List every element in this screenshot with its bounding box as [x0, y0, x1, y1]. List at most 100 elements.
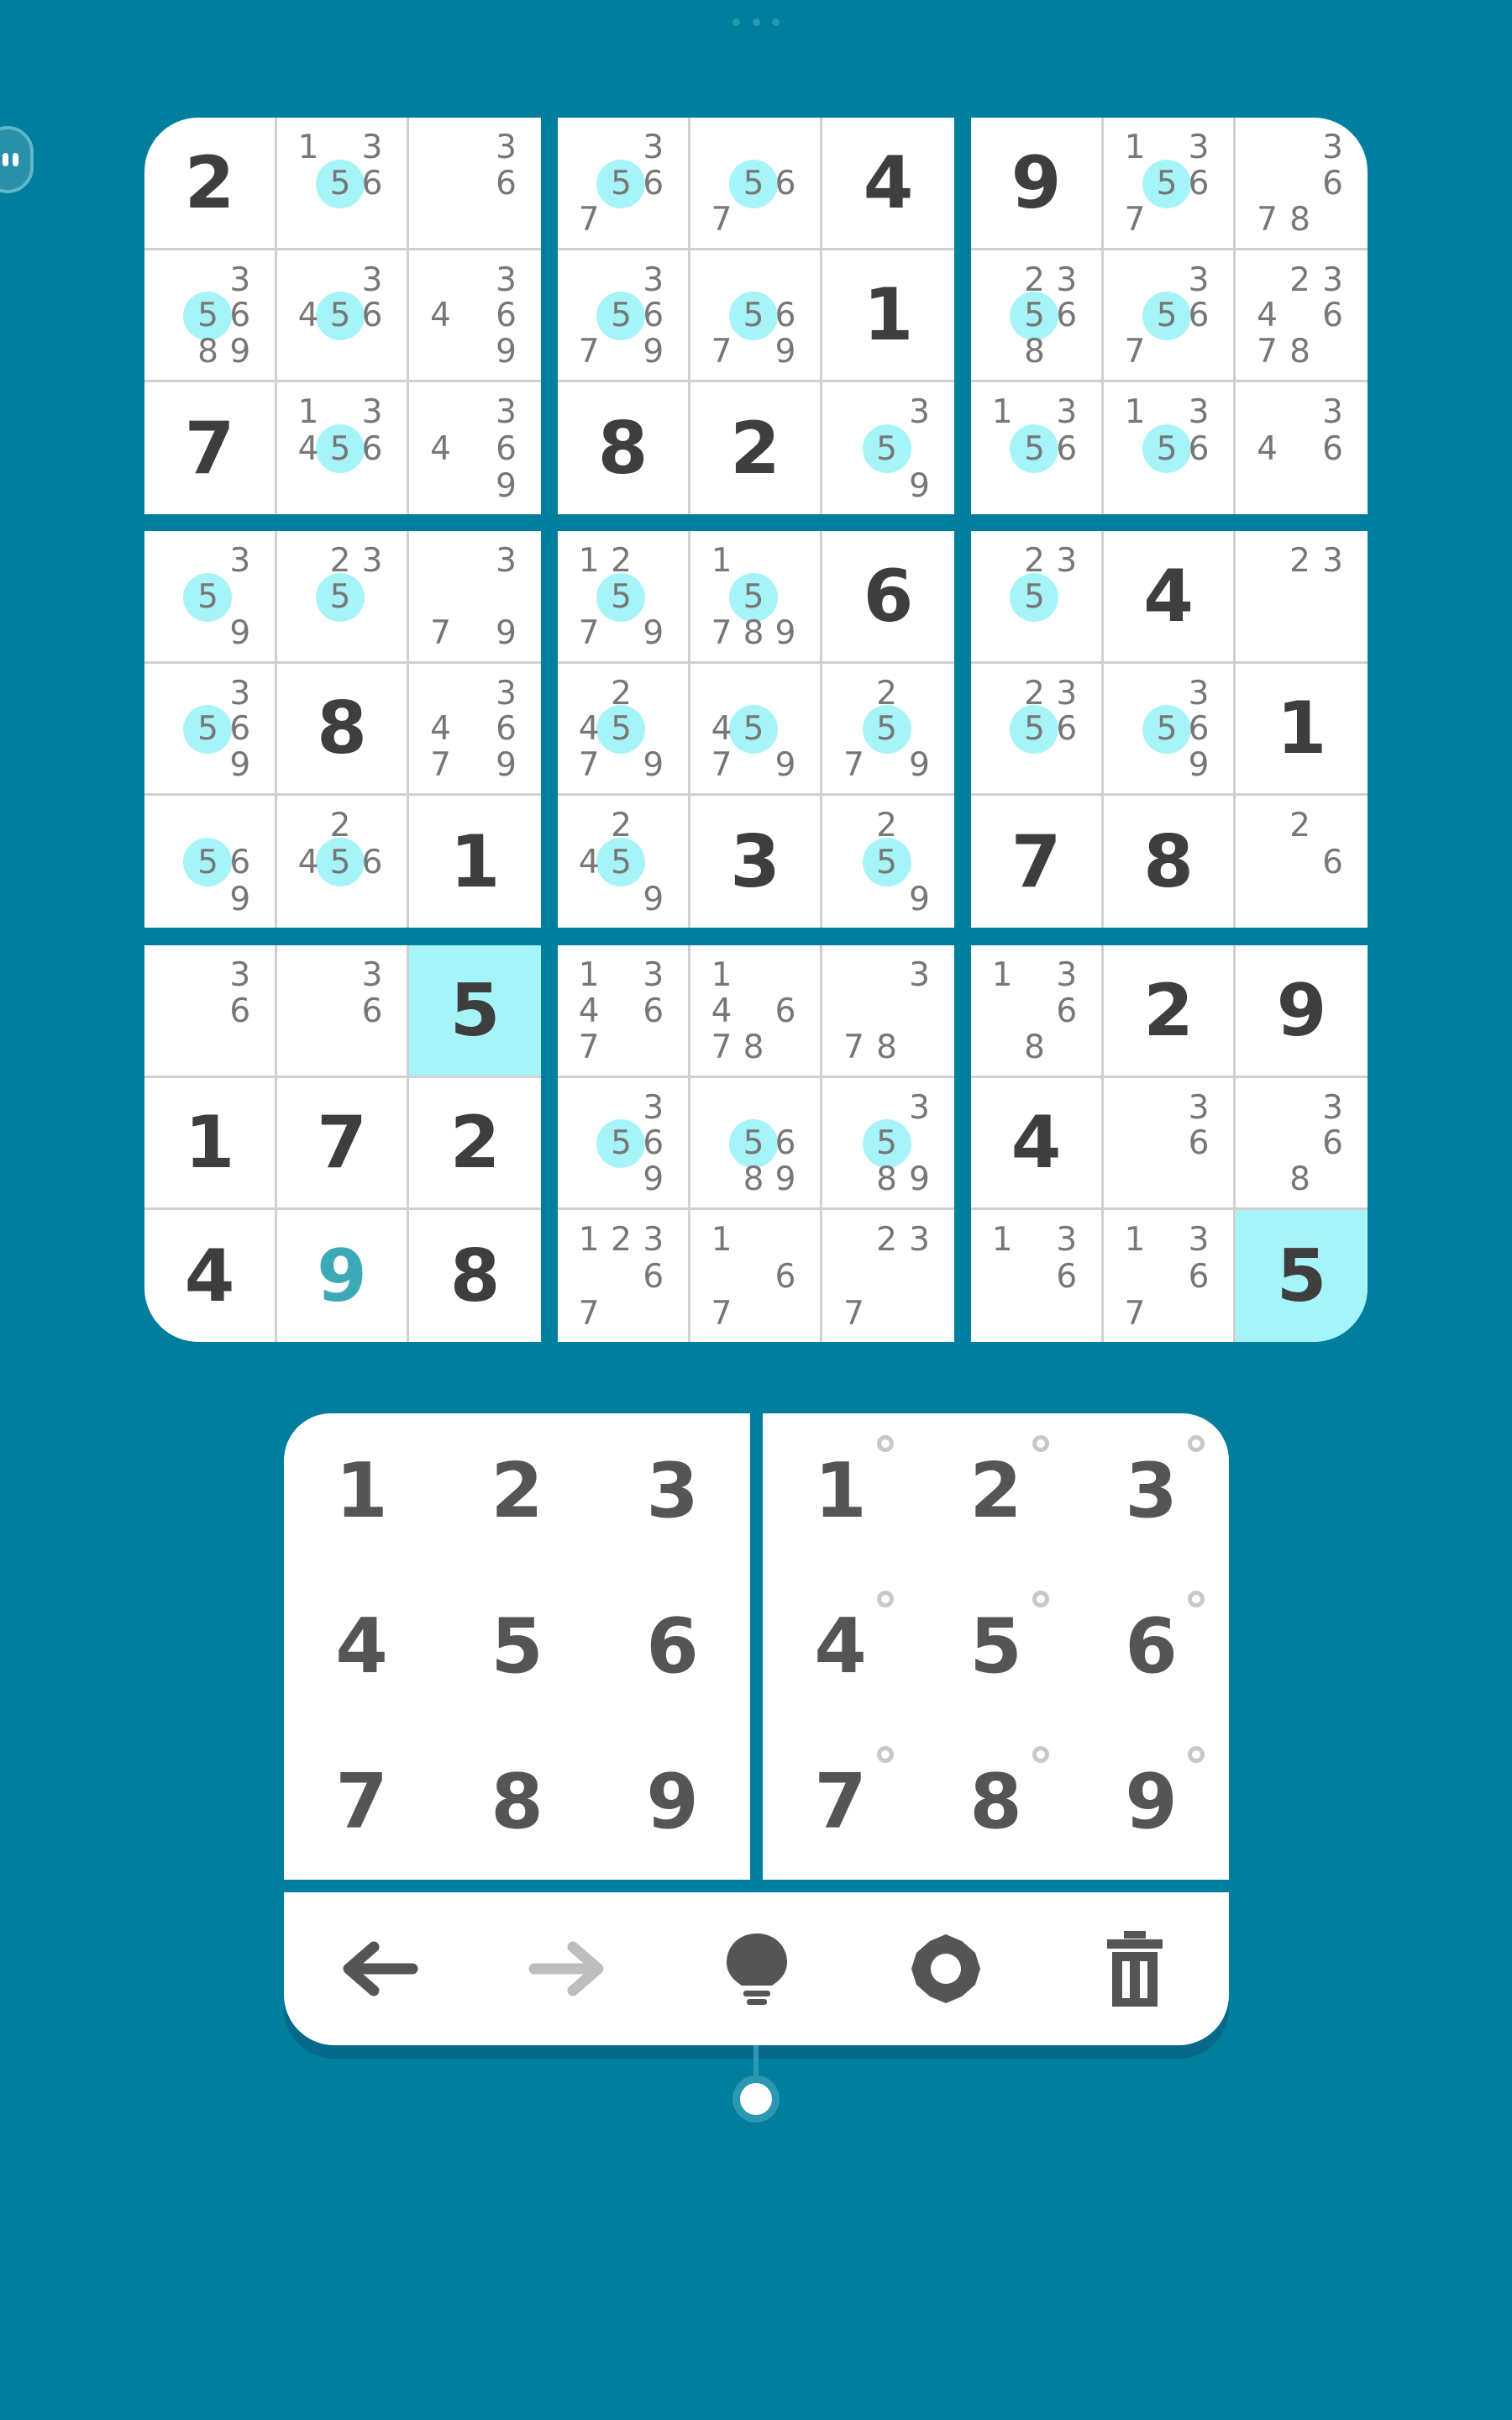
- board-cell[interactable]: 7: [971, 796, 1104, 928]
- board-cell[interactable]: 9: [277, 1210, 409, 1342]
- board-cell[interactable]: 3 4 69: [409, 250, 541, 382]
- board-cell[interactable]: 56 7 9: [690, 250, 822, 382]
- board-cell[interactable]: 5689: [690, 1078, 822, 1210]
- board-cell[interactable]: 1257 9: [558, 531, 690, 664]
- board-cell[interactable]: 1 36: [971, 1210, 1104, 1342]
- board-cell[interactable]: 5: [409, 945, 541, 1078]
- digit-button-4[interactable]: 4: [284, 1569, 439, 1724]
- note-digit-button-9[interactable]: 9: [1074, 1724, 1229, 1880]
- board-cell[interactable]: 2457 9: [558, 664, 690, 796]
- note-digit-button-3[interactable]: 3: [1074, 1413, 1229, 1569]
- board-cell[interactable]: 4: [1104, 531, 1236, 664]
- board-cell[interactable]: 2: [1104, 945, 1236, 1078]
- board-cell[interactable]: 8: [409, 1210, 541, 1342]
- board-cell[interactable]: 235: [971, 531, 1104, 664]
- board-cell[interactable]: 1 3 456: [277, 382, 409, 514]
- board-cell[interactable]: 259: [822, 796, 954, 928]
- drag-handle[interactable]: [732, 18, 780, 29]
- digit-button-5[interactable]: 5: [439, 1569, 595, 1724]
- board-cell[interactable]: 36: [409, 118, 541, 250]
- board-cell[interactable]: 9: [971, 118, 1104, 250]
- board-cell[interactable]: 1 3 4 6 7: [558, 945, 690, 1078]
- board-cell[interactable]: 1236 7: [558, 1210, 690, 1342]
- note-digit-button-8[interactable]: 8: [918, 1724, 1074, 1880]
- board-cell[interactable]: 5: [1236, 1210, 1368, 1342]
- board-cell[interactable]: 569: [144, 796, 277, 928]
- undo-button[interactable]: [284, 1892, 473, 2045]
- note-digit-button-2[interactable]: 2: [918, 1413, 1074, 1569]
- board-cell[interactable]: 23 4 6 78: [1236, 250, 1368, 382]
- settings-button[interactable]: [851, 1892, 1040, 2045]
- board-cell[interactable]: 23568: [971, 250, 1104, 382]
- board-cell[interactable]: 23: [1236, 531, 1368, 664]
- digit-button-3[interactable]: 3: [595, 1413, 750, 1569]
- board-cell[interactable]: 257 9: [822, 664, 954, 796]
- note-digit-button-7[interactable]: 7: [763, 1724, 918, 1880]
- board-cell[interactable]: 368: [1236, 1078, 1368, 1210]
- note-digit-button-5[interactable]: 5: [918, 1569, 1074, 1724]
- board-cell[interactable]: 457 9: [690, 664, 822, 796]
- board-cell[interactable]: 2: [144, 118, 277, 250]
- board-cell[interactable]: 8: [277, 664, 409, 796]
- board-cell[interactable]: 2: [690, 382, 822, 514]
- note-digit-button-6[interactable]: 6: [1074, 1569, 1229, 1724]
- board-cell[interactable]: 9: [1236, 945, 1368, 1078]
- side-menu-tab[interactable]: [0, 126, 34, 193]
- board-cell[interactable]: 1: [144, 1078, 277, 1210]
- redo-button[interactable]: [473, 1892, 662, 2045]
- digit-button-6[interactable]: 6: [595, 1569, 750, 1724]
- digit-button-2[interactable]: 2: [439, 1413, 595, 1569]
- board-cell[interactable]: 3 4 6: [1236, 382, 1368, 514]
- board-cell[interactable]: 56 7: [690, 118, 822, 250]
- board-cell[interactable]: 4: [971, 1078, 1104, 1210]
- board-cell[interactable]: 3: [690, 796, 822, 928]
- board-cell[interactable]: 1 356: [277, 118, 409, 250]
- board-cell[interactable]: 356 7 9: [558, 250, 690, 382]
- digit-button-8[interactable]: 8: [439, 1724, 595, 1880]
- board-cell[interactable]: 3 4 6 7 9: [409, 664, 541, 796]
- board-cell[interactable]: 3569: [144, 664, 277, 796]
- board-cell[interactable]: 15789: [690, 531, 822, 664]
- board-cell[interactable]: 2356: [971, 664, 1104, 796]
- board-cell[interactable]: 1 356: [1104, 382, 1236, 514]
- board-cell[interactable]: 2456: [277, 796, 409, 928]
- board-cell[interactable]: 1: [1236, 664, 1368, 796]
- board-cell[interactable]: 356 7: [558, 118, 690, 250]
- board-cell[interactable]: 359: [822, 382, 954, 514]
- board-cell[interactable]: 356 7: [1104, 250, 1236, 382]
- board-cell[interactable]: 1: [409, 796, 541, 928]
- board-cell[interactable]: 3 7 9: [409, 531, 541, 664]
- digit-button-1[interactable]: 1: [284, 1413, 439, 1569]
- board-cell[interactable]: 4: [822, 118, 954, 250]
- board-cell[interactable]: 8: [558, 382, 690, 514]
- board-cell[interactable]: 2459: [558, 796, 690, 928]
- pin-handle[interactable]: [732, 2075, 780, 2123]
- board-cell[interactable]: 1 36 7: [1104, 1210, 1236, 1342]
- board-cell[interactable]: 1 368: [971, 945, 1104, 1078]
- note-digit-button-4[interactable]: 4: [763, 1569, 918, 1724]
- hint-button[interactable]: [662, 1892, 851, 2045]
- board-cell[interactable]: 36: [277, 945, 409, 1078]
- board-cell[interactable]: 359: [144, 531, 277, 664]
- board-cell[interactable]: 235: [277, 531, 409, 664]
- digit-button-7[interactable]: 7: [284, 1724, 439, 1880]
- board-cell[interactable]: 1 6 7: [690, 1210, 822, 1342]
- board-cell[interactable]: 26: [1236, 796, 1368, 928]
- board-cell[interactable]: 3 456: [277, 250, 409, 382]
- board-cell[interactable]: 3569: [1104, 664, 1236, 796]
- board-cell[interactable]: 7: [277, 1078, 409, 1210]
- board-cell[interactable]: 14 6 78: [690, 945, 822, 1078]
- board-cell[interactable]: 2: [409, 1078, 541, 1210]
- board-cell[interactable]: 36: [144, 945, 277, 1078]
- board-cell[interactable]: 8: [1104, 796, 1236, 928]
- digit-button-9[interactable]: 9: [595, 1724, 750, 1880]
- board-cell[interactable]: 4: [144, 1210, 277, 1342]
- board-cell[interactable]: 36: [1104, 1078, 1236, 1210]
- board-cell[interactable]: 3 4 69: [409, 382, 541, 514]
- board-cell[interactable]: 3589: [822, 1078, 954, 1210]
- board-cell[interactable]: 6: [822, 531, 954, 664]
- board-cell[interactable]: 7: [144, 382, 277, 514]
- board-cell[interactable]: 35689: [144, 250, 277, 382]
- board-cell[interactable]: 36 78: [1236, 118, 1368, 250]
- board-cell[interactable]: 1 356: [971, 382, 1104, 514]
